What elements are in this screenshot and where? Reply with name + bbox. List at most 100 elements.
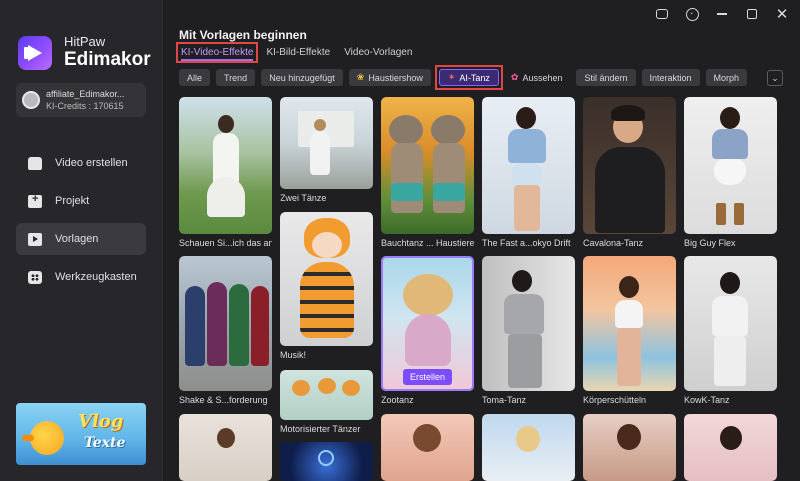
template-thumbnail: Erstellen [381,256,474,391]
home-icon [28,156,42,170]
sidebar-item-video-erstellen[interactable]: Video erstellen [16,147,146,179]
page-title: Mit Vorlagen beginnen [179,28,307,42]
template-thumbnail [381,97,474,234]
template-thumbnail [583,414,676,481]
edimakor-logo-icon [18,35,52,70]
chip-alle[interactable]: Alle [179,69,211,86]
tab-label: KI-Video-Effekte [181,47,254,61]
template-card-selected[interactable]: Erstellen Zootanz [381,256,474,405]
template-thumbnail [684,97,777,234]
brand-product: Edimakor [64,49,151,70]
maximize-icon [747,9,757,19]
minimize-button[interactable] [714,6,730,22]
tab-ki-bild-effekte[interactable]: KI-Bild-Effekte [264,44,332,61]
template-title: Schauen Si...ich das an [179,238,272,248]
template-title: Musik! [280,350,307,360]
template-thumbnail [280,442,373,481]
duck-illustration [22,421,64,455]
sidebar-item-projekt[interactable]: Projekt [16,185,146,217]
template-title: Zootanz [381,395,414,405]
template-card[interactable]: Cavalona-Tanz [583,97,676,248]
chip-stil-aendern[interactable]: Stil ändern [576,69,636,86]
template-thumbnail [280,212,373,346]
template-title: Cavalona-Tanz [583,238,644,248]
sidebar-item-vorlagen[interactable]: Vorlagen [16,223,146,255]
feedback-button[interactable] [654,6,670,22]
chip-highlight: ✶ AI-Tanz [434,65,503,90]
tab-ki-video-effekte[interactable]: KI-Video-Effekte [176,42,259,63]
template-title: Körperschütteln [583,395,647,405]
template-card[interactable]: Körperschütteln [583,256,676,405]
template-title: Bauchtanz ... Haustiere [381,238,474,248]
info-button[interactable]: · [684,6,700,22]
template-card[interactable]: Schauen Si...ich das an [179,97,272,248]
chip-morph[interactable]: Morph [705,69,748,86]
sidebar-item-label: Video erstellen [55,157,128,169]
info-icon: · [685,7,699,21]
template-card[interactable]: Big Guy Flex [684,97,777,248]
template-thumbnail [583,97,676,234]
sidebar-item-label: Vorlagen [55,233,99,245]
folder-icon [28,193,42,208]
close-button[interactable]: ✕ [774,6,790,22]
chip-haustiershow[interactable]: ❀ Haustiershow [348,69,431,86]
sidebar-item-werkzeugkasten[interactable]: Werkzeugkasten [16,261,146,293]
sidebar-item-label: Projekt [55,195,90,207]
template-card[interactable]: Musik! [280,212,373,360]
promo-subtitle: Texte [84,435,126,451]
template-card[interactable]: Shake & S...forderung [179,256,272,405]
tab-video-vorlagen[interactable]: Video-Vorlagen [342,44,414,61]
account-panel[interactable]: affiliate_Edimakor... KI-Credits : 17061… [16,83,146,117]
template-icon [28,232,42,246]
maximize-button[interactable] [744,6,760,22]
chip-label: Haustiershow [368,72,423,83]
template-card[interactable]: Bauchtanz ... Haustiere [381,97,474,248]
template-thumbnail [280,370,373,420]
promo-banner[interactable]: Vlog Texte [16,403,146,465]
template-thumbnail [684,256,777,391]
chip-label: AI-Tanz [459,72,490,83]
mustache-icon: ✿ [510,72,519,82]
template-card[interactable] [381,414,474,481]
template-card[interactable] [482,414,575,481]
template-title: Toma-Tanz [482,395,527,405]
window-controls: · ✕ [654,6,790,22]
template-thumbnail [482,97,575,234]
avatar [22,91,40,109]
template-title: Zwei Tänze [280,193,327,203]
template-thumbnail [482,256,575,391]
minimize-icon [717,13,727,15]
create-button[interactable]: Erstellen [403,369,452,385]
category-chips: Alle Trend Neu hinzugefügt ❀ Haustiershow… [179,65,753,90]
chip-aussehen[interactable]: ✿ Aussehen [507,69,571,86]
dance-icon: ✶ [447,72,456,82]
chip-trend[interactable]: Trend [216,69,256,86]
template-card[interactable]: Motorisierter Tänzer [280,370,373,434]
template-card[interactable]: KowK-Tanz [684,256,777,405]
chip-interaktion[interactable]: Interaktion [641,69,700,86]
template-card[interactable] [179,414,272,481]
template-card[interactable]: The Fast a...okyo Drift [482,97,575,248]
tab-bar: KI-Video-Effekte KI-Bild-Effekte Video-V… [176,42,424,63]
chevron-down-icon[interactable]: ⌄ [767,70,783,86]
template-thumbnail [179,256,272,391]
chip-neu-hinzugefuegt[interactable]: Neu hinzugefügt [261,69,343,86]
chip-ai-tanz[interactable]: ✶ AI-Tanz [438,69,499,86]
account-name: affiliate_Edimakor... [46,89,125,99]
paw-icon: ❀ [356,72,365,82]
template-thumbnail [280,97,373,189]
template-thumbnail [583,256,676,391]
sidebar-item-label: Werkzeugkasten [55,271,137,283]
template-card[interactable] [280,442,373,481]
template-card[interactable]: Zwei Tänze [280,97,373,203]
template-card[interactable]: Toma-Tanz [482,256,575,405]
template-title: Shake & S...forderung [179,395,268,405]
template-card[interactable] [684,414,777,481]
sidebar: HitPaw Edimakor affiliate_Edimakor... KI… [0,0,163,481]
brand: HitPaw Edimakor [18,34,151,71]
template-title: Big Guy Flex [684,238,736,248]
template-card[interactable] [583,414,676,481]
account-credits: KI-Credits : 170615 [46,101,124,111]
template-title: The Fast a...okyo Drift [482,238,571,248]
chat-icon [656,9,668,19]
